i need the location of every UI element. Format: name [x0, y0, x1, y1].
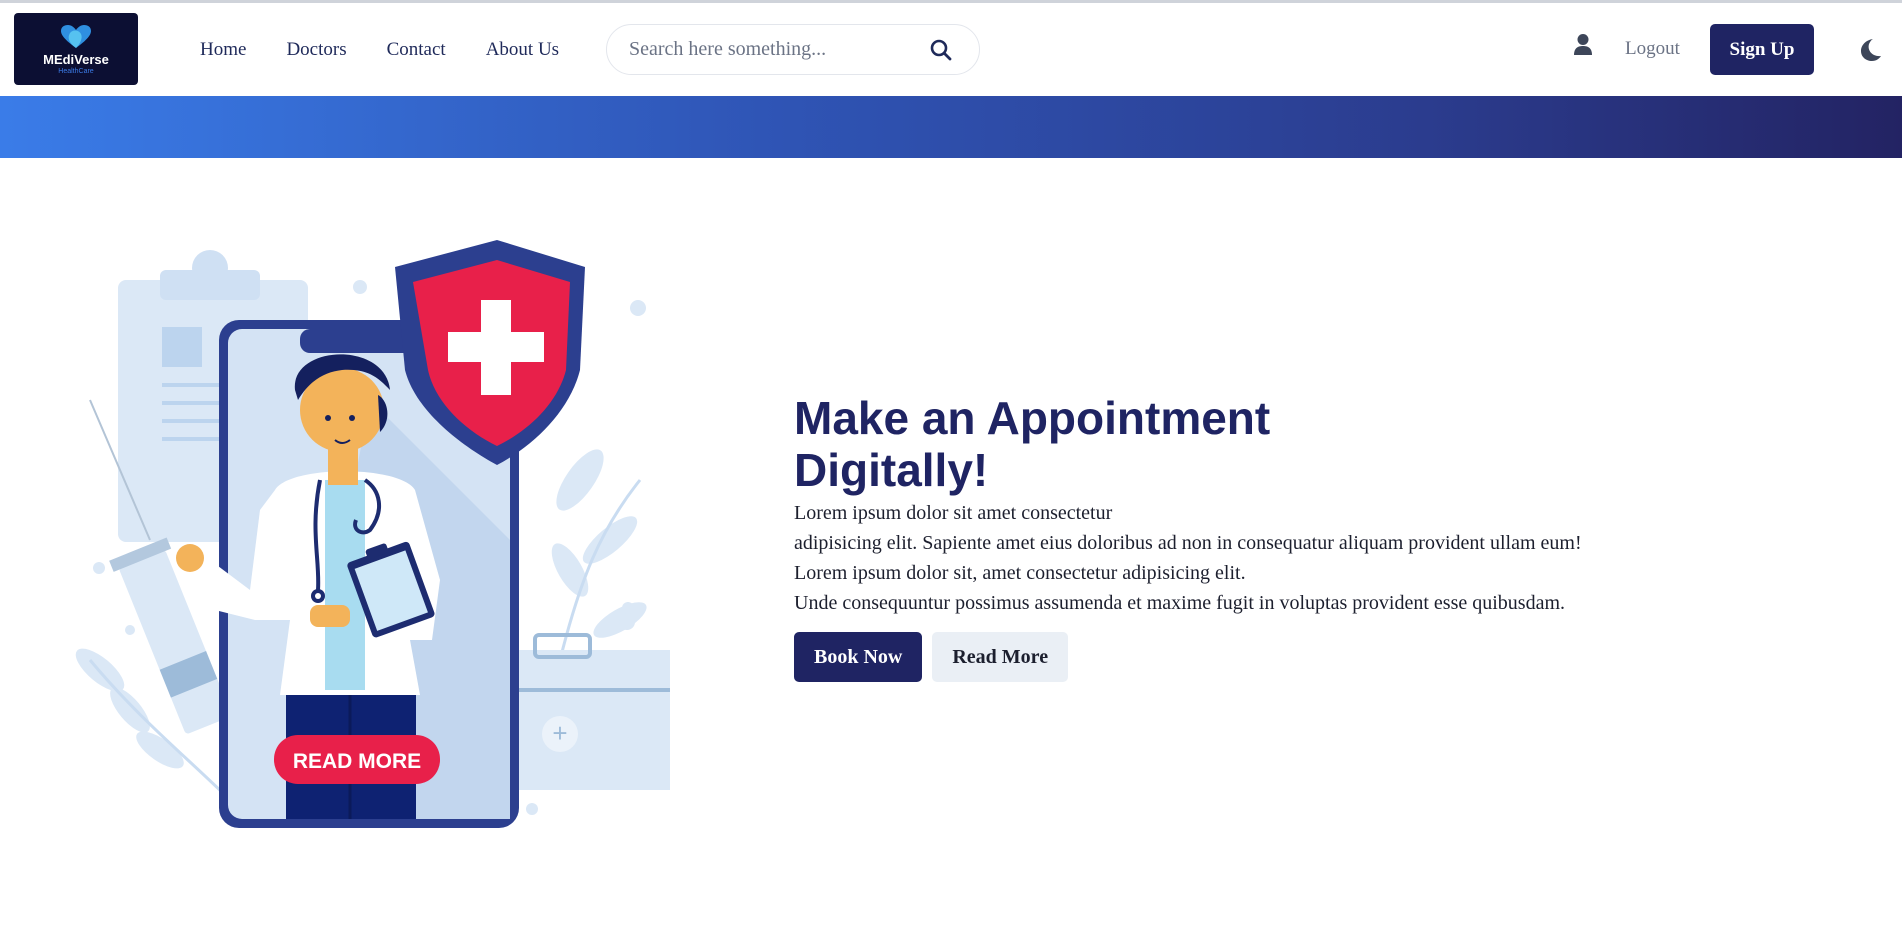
hero-paragraph-line: Lorem ipsum dolor sit amet consectetur — [794, 502, 1113, 524]
svg-text:+: + — [552, 718, 567, 748]
sign-up-button[interactable]: Sign Up — [1710, 24, 1814, 75]
hero-paragraph: Lorem ipsum dolor sit amet consectetur a… — [794, 498, 1874, 618]
hero-buttons: Book Now Read More — [794, 632, 1874, 682]
nav-link-contact[interactable]: Contact — [387, 39, 446, 61]
nav-link-doctors[interactable]: Doctors — [286, 39, 346, 61]
logout-link[interactable]: Logout — [1625, 38, 1680, 60]
search-icon[interactable] — [929, 38, 953, 62]
hero-subtitle: Digitally! — [794, 444, 989, 496]
doctor-illustration: + READ MORE — [40, 240, 700, 840]
read-more-button[interactable]: Read More — [932, 632, 1069, 682]
hero-paragraph-line: Unde consequuntur possimus assumenda et … — [794, 592, 1565, 614]
hero-paragraph-line: adipisicing elit. Sapiente amet eius dol… — [794, 532, 1582, 554]
user-icon[interactable] — [1572, 33, 1594, 57]
heart-logo-icon — [59, 24, 93, 50]
hero-section: Make an Appointment Digitally! Lorem ips… — [794, 392, 1874, 682]
search-input[interactable] — [629, 38, 909, 61]
navbar: MEdiVerse HealthCare Home Doctors Contac… — [0, 3, 1902, 96]
gradient-banner — [0, 96, 1902, 158]
nav-links: Home Doctors Contact About Us — [200, 3, 559, 96]
nav-link-home[interactable]: Home — [200, 39, 246, 61]
illustration-read-more-label: READ MORE — [293, 750, 421, 773]
search-box — [606, 24, 980, 75]
brand-tagline: HealthCare — [58, 67, 94, 75]
book-now-button[interactable]: Book Now — [794, 632, 923, 682]
brand-logo[interactable]: MEdiVerse HealthCare — [14, 13, 138, 85]
moon-icon[interactable] — [1857, 37, 1883, 63]
hero-title: Make an Appointment — [794, 392, 1271, 444]
hero-paragraph-line: Lorem ipsum dolor sit, amet consectetur … — [794, 562, 1246, 584]
nav-link-about-us[interactable]: About Us — [486, 39, 559, 61]
brand-name: MEdiVerse — [43, 51, 109, 67]
